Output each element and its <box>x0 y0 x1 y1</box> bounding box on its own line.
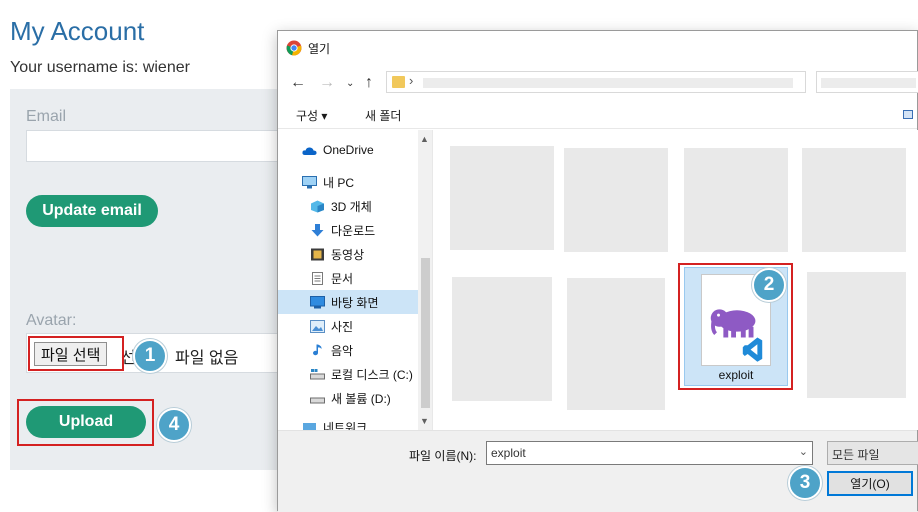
video-icon <box>311 248 324 260</box>
nav-item-this-pc[interactable]: 내 PC <box>278 170 418 194</box>
scroll-thumb[interactable] <box>421 258 430 408</box>
cloud-icon <box>302 146 317 155</box>
new-folder-button[interactable]: 새 폴더 <box>365 107 401 124</box>
username-line: Your username is: wiener <box>10 59 190 76</box>
nav-item-music[interactable]: 음악 <box>278 338 418 362</box>
file-thumbnail[interactable] <box>684 148 788 252</box>
nav-item-label: OneDrive <box>323 143 374 157</box>
file-thumbnail[interactable] <box>564 148 668 252</box>
nav-item-downloads[interactable]: 다운로드 <box>278 218 418 242</box>
highlight-box-choose-file <box>28 336 124 371</box>
nav-scrollbar[interactable]: ▲ ▼ <box>418 130 432 430</box>
file-type-select[interactable]: 모든 파일 <box>827 441 918 465</box>
nav-item-new-volume-d[interactable]: 새 볼륨 (D:) <box>278 386 418 410</box>
nav-item-label: 바탕 화면 <box>331 295 379 310</box>
step-badge-1: 1 <box>133 339 167 373</box>
nav-item-label: 3D 개체 <box>331 199 372 214</box>
update-email-button[interactable]: Update email <box>26 195 158 227</box>
open-button[interactable]: 열기(O) <box>827 471 913 496</box>
step-badge-4: 4 <box>157 408 191 442</box>
chrome-icon <box>286 40 302 56</box>
dialog-titlebar: 열기 <box>278 31 917 65</box>
file-status: 파일 없음 <box>175 350 239 367</box>
file-thumbnail[interactable] <box>567 278 665 410</box>
network-icon <box>303 422 316 430</box>
folder-icon <box>392 76 405 88</box>
highlight-box-upload <box>17 399 154 446</box>
page-title: My Account <box>10 16 145 46</box>
nav-item-label: 동영상 <box>331 247 365 262</box>
search-input[interactable] <box>816 71 918 93</box>
search-redacted <box>821 78 916 88</box>
dialog-navbar: ← → ⌄ ↑ › <box>278 71 918 101</box>
filename-label: 파일 이름(N): <box>409 449 477 463</box>
avatar-label: Avatar: <box>26 312 77 329</box>
file-thumbnail[interactable] <box>450 146 554 250</box>
step-badge-3: 3 <box>788 466 822 500</box>
file-list <box>434 130 918 430</box>
address-path-redacted <box>423 78 793 88</box>
recent-dropdown-icon[interactable]: ⌄ <box>346 78 354 89</box>
nav-item-label: 다운로드 <box>331 223 376 238</box>
dialog-toolbar: 구성 ▾ 새 폴더 <box>278 103 917 129</box>
back-arrow-icon[interactable]: ← <box>290 74 306 92</box>
file-thumbnail[interactable] <box>452 277 552 401</box>
drive-icon <box>310 368 325 379</box>
open-file-dialog: 열기 ← → ⌄ ↑ › 구성 ▾ 새 폴더 OneDrive 내 PC 3D … <box>277 30 918 512</box>
nav-item-label: 로컬 디스크 (C:) <box>331 367 413 382</box>
music-icon <box>313 344 322 355</box>
document-icon <box>312 271 323 285</box>
filename-input[interactable]: exploit ⌄ <box>486 441 813 465</box>
nav-item-label: 음악 <box>331 343 354 358</box>
nav-item-label: 새 볼륨 (D:) <box>331 391 391 406</box>
dialog-title: 열기 <box>308 42 331 56</box>
nav-item-documents[interactable]: 문서 <box>278 266 418 290</box>
nav-item-videos[interactable]: 동영상 <box>278 242 418 266</box>
scroll-up-icon[interactable]: ▲ <box>420 134 429 144</box>
nav-item-local-disk-c[interactable]: 로컬 디스크 (C:) <box>278 362 418 386</box>
email-input[interactable] <box>26 130 291 162</box>
nav-item-network[interactable]: 네트워크 <box>278 415 418 430</box>
nav-item-onedrive[interactable]: OneDrive <box>278 138 418 162</box>
drive-icon <box>310 397 325 403</box>
chevron-right-icon: › <box>409 73 414 88</box>
nav-item-pictures[interactable]: 사진 <box>278 314 418 338</box>
desktop-icon <box>310 295 325 308</box>
email-label: Email <box>26 108 67 125</box>
nav-item-label: 문서 <box>331 271 354 286</box>
nav-item-3d-objects[interactable]: 3D 개체 <box>278 194 418 218</box>
dialog-footer: 파일 이름(N): exploit ⌄ 모든 파일 열기(O) 3 <box>278 430 918 512</box>
up-arrow-icon[interactable]: ↑ <box>365 74 373 92</box>
cube-icon <box>311 200 324 212</box>
address-bar[interactable]: › <box>386 71 806 93</box>
file-thumbnail[interactable] <box>802 148 906 252</box>
chevron-down-icon[interactable]: ⌄ <box>799 445 808 458</box>
nav-item-label: 내 PC <box>323 175 355 190</box>
navigation-pane: OneDrive 내 PC 3D 개체 다운로드 동영상 문서 바탕 화면 사진… <box>278 130 433 430</box>
scroll-down-icon[interactable]: ▼ <box>420 416 429 426</box>
nav-item-label: 사진 <box>331 319 354 334</box>
step-badge-2: 2 <box>752 268 786 302</box>
organize-menu[interactable]: 구성 ▾ <box>296 107 327 124</box>
file-thumbnail[interactable] <box>807 272 906 398</box>
nav-item-label: 네트워크 <box>323 420 368 431</box>
view-options-icon[interactable] <box>903 110 913 119</box>
pictures-icon <box>310 319 325 333</box>
download-icon <box>311 223 324 236</box>
filename-value: exploit <box>491 446 526 460</box>
nav-item-desktop[interactable]: 바탕 화면 <box>278 290 418 314</box>
forward-arrow-icon[interactable]: → <box>319 74 335 92</box>
computer-icon <box>302 175 317 188</box>
